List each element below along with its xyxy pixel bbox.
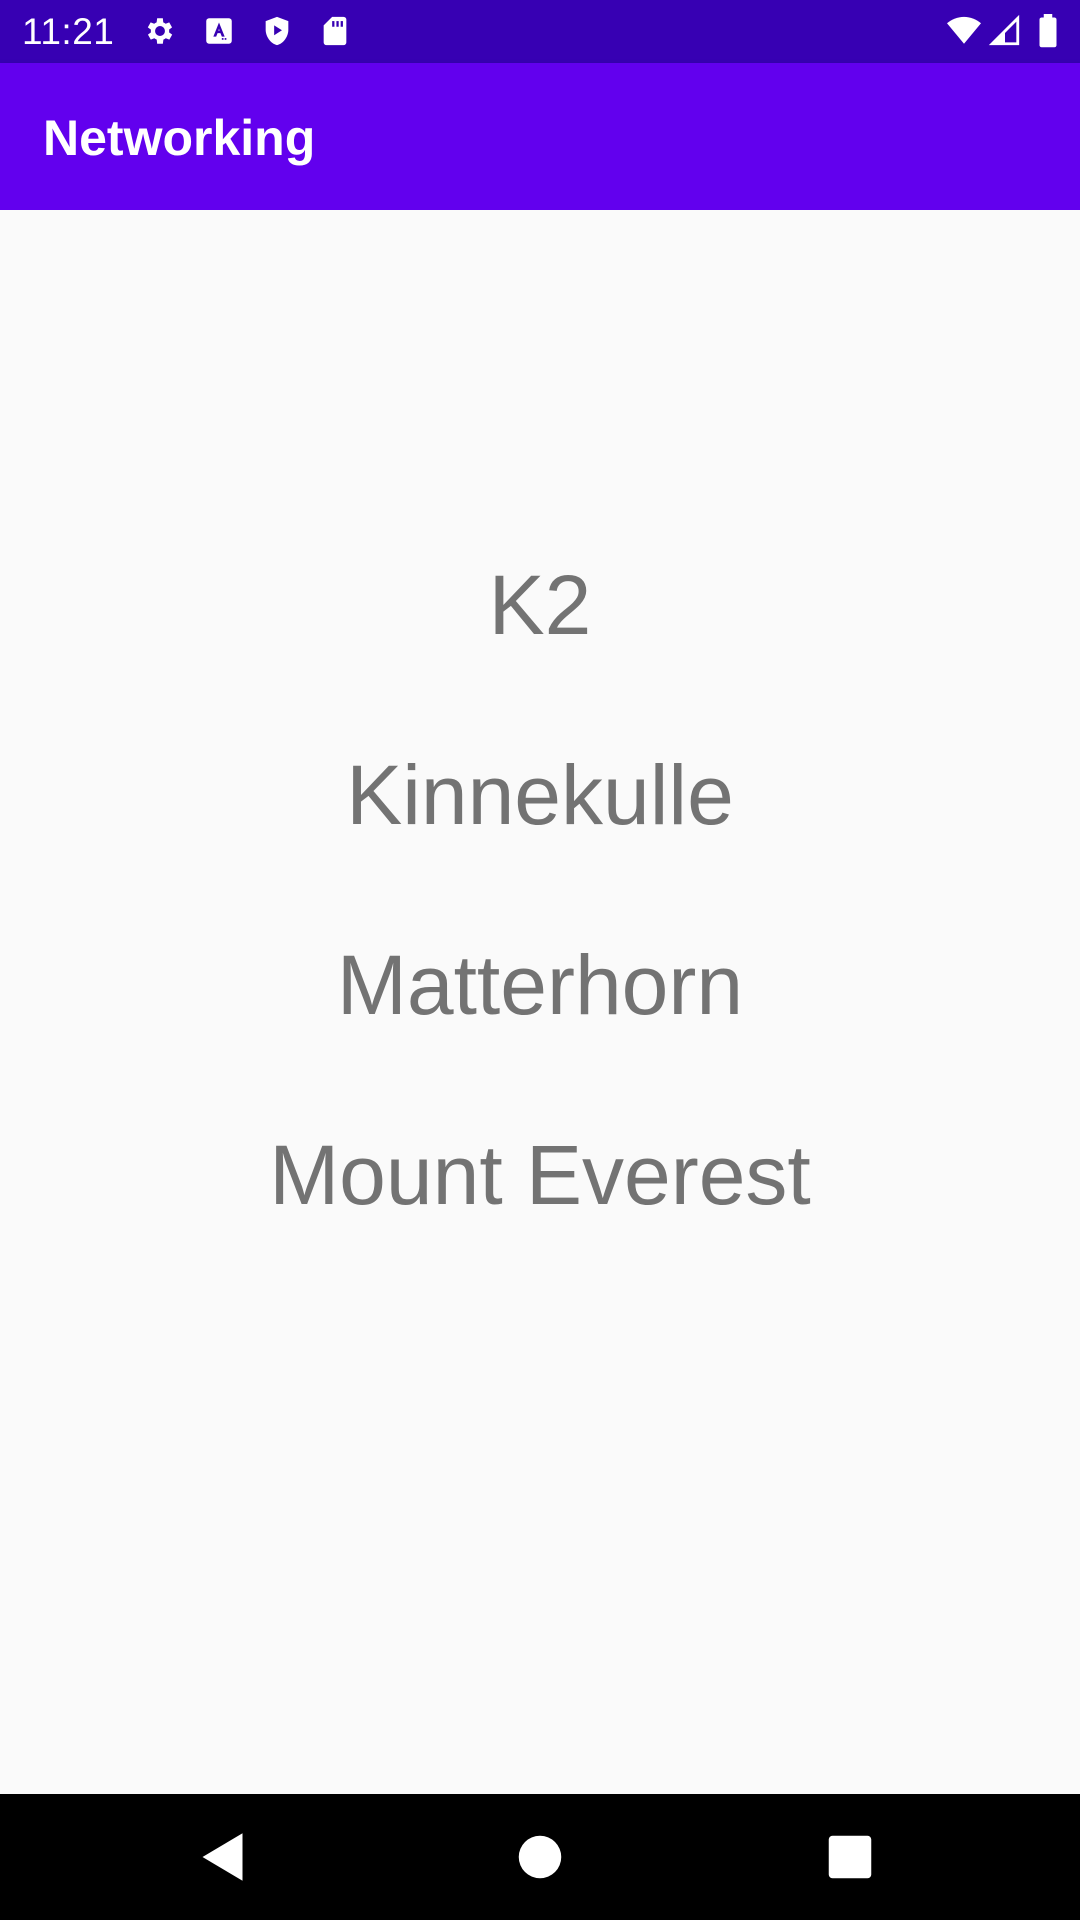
navigation-bar (0, 1794, 1080, 1920)
home-icon[interactable] (510, 1827, 570, 1887)
wifi-icon (944, 14, 984, 48)
back-icon[interactable] (195, 1827, 255, 1887)
battery-icon (1033, 14, 1063, 48)
recents-icon[interactable] (820, 1827, 880, 1887)
app-bar: Networking (0, 63, 1080, 210)
list-item[interactable]: K2 (0, 510, 1080, 700)
accessibility-a-icon (202, 14, 236, 48)
content-area: K2 Kinnekulle Matterhorn Mount Everest (0, 210, 1080, 1794)
sd-card-icon (318, 14, 352, 48)
list-item[interactable]: Matterhorn (0, 890, 1080, 1080)
mountain-list: K2 Kinnekulle Matterhorn Mount Everest (0, 510, 1080, 1270)
status-bar: 11:21 (0, 0, 1080, 63)
status-time: 11:21 (22, 11, 115, 52)
app-screen: 11:21 Networking K2 Kinnekulle Matterhor… (0, 0, 1080, 1920)
shield-play-icon (260, 14, 294, 48)
gear-icon (143, 14, 177, 48)
list-item[interactable]: Kinnekulle (0, 700, 1080, 890)
app-title: Networking (43, 110, 316, 166)
list-item[interactable]: Mount Everest (0, 1080, 1080, 1270)
cell-signal-icon (988, 14, 1022, 48)
